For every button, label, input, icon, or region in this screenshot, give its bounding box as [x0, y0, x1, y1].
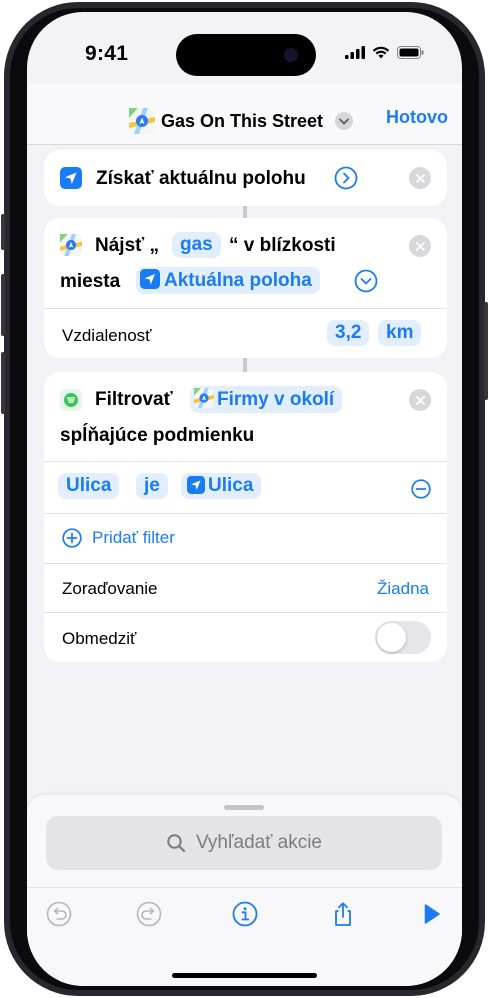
distance-value-token[interactable]: 3,2: [327, 320, 370, 346]
query-token[interactable]: gas: [172, 232, 221, 258]
dynamic-island: [176, 34, 316, 76]
wifi-icon: [372, 46, 390, 59]
filter-text-end: spĺňajúce podmienku: [60, 425, 255, 446]
divider: [44, 308, 447, 309]
distance-label: Vzdialenosť: [62, 326, 152, 345]
action-find-places[interactable]: Nájsť „ gas “ v blízkosti miesta Aktuáln…: [44, 218, 447, 358]
navigation-bar: Gas On This Street Hotovo: [27, 84, 462, 145]
divider: [44, 612, 447, 613]
actions-sheet: Vyhľadať akcie: [27, 795, 462, 986]
plus-circle-icon: [62, 528, 82, 548]
expand-chevron-icon[interactable]: [334, 166, 358, 190]
divider: [44, 563, 447, 564]
action-connector: [243, 358, 247, 372]
side-button: [484, 302, 488, 400]
sort-label: Zoraďovanie: [62, 579, 158, 598]
volume-down-button: [1, 352, 5, 414]
location-arrow-icon: [140, 269, 160, 289]
add-filter-label: Pridať filter: [92, 528, 175, 547]
filter-value-label: Ulica: [208, 475, 254, 496]
maps-app-icon: [129, 108, 155, 134]
remove-action-icon[interactable]: [409, 167, 431, 189]
maps-app-icon: [60, 234, 82, 256]
action-connector: [243, 206, 247, 218]
location-arrow-icon: [187, 476, 205, 494]
remove-action-icon[interactable]: [409, 235, 431, 257]
filter-value-token[interactable]: Ulica: [181, 473, 262, 499]
limit-toggle[interactable]: [375, 621, 431, 654]
location-token[interactable]: Aktuálna poloha: [136, 267, 320, 294]
done-button[interactable]: Hotovo: [386, 107, 448, 128]
maps-app-icon: [194, 388, 214, 408]
divider: [44, 461, 447, 462]
shortcut-title-menu[interactable]: Gas On This Street: [129, 108, 354, 134]
action-get-current-location[interactable]: Získať aktuálnu polohu: [44, 150, 447, 206]
filter-app-icon: [60, 389, 82, 411]
search-placeholder: Vyhľadať akcie: [195, 832, 323, 853]
remove-filter-icon[interactable]: [411, 479, 431, 499]
action-title: Získať aktuálnu polohu: [96, 168, 306, 189]
home-indicator: [172, 973, 317, 978]
sheet-grabber[interactable]: [224, 805, 264, 810]
add-filter-button[interactable]: Pridať filter: [62, 528, 175, 548]
share-icon[interactable]: [329, 900, 357, 928]
action-filter[interactable]: Filtrovať Firmy v okolí spĺňajúce podmie…: [44, 372, 447, 662]
find-text-middle: “ v blízkosti: [229, 235, 336, 256]
toggle-knob: [377, 623, 406, 652]
filter-operator-token[interactable]: je: [136, 473, 168, 499]
filter-text-start: Filtrovať: [95, 389, 173, 410]
status-icons: [345, 46, 424, 59]
redo-icon[interactable]: [135, 900, 163, 928]
action-button: [1, 214, 5, 250]
remove-action-icon[interactable]: [409, 389, 431, 411]
chevron-down-icon: [335, 112, 354, 130]
cellular-icon: [345, 46, 365, 59]
bottom-toolbar: [27, 887, 462, 938]
shortcut-title: Gas On This Street: [161, 110, 324, 131]
info-icon[interactable]: [231, 900, 259, 928]
find-text-start: Nájsť „: [95, 235, 160, 256]
screen: 9:41 Gas On This Street Hotovo Získať ak…: [27, 12, 462, 986]
status-time: 9:41: [85, 42, 129, 65]
distance-unit-token[interactable]: km: [378, 320, 422, 346]
location-app-icon: [60, 167, 82, 189]
volume-up-button: [1, 274, 5, 336]
search-actions-field[interactable]: Vyhľadať akcie: [46, 816, 442, 870]
divider: [44, 513, 447, 514]
location-token-label: Aktuálna poloha: [164, 270, 312, 291]
expand-chevron-icon[interactable]: [354, 269, 378, 293]
play-icon[interactable]: [417, 900, 445, 928]
source-token[interactable]: Firmy v okolí: [190, 386, 343, 413]
limit-label: Obmedziť: [62, 629, 137, 648]
find-text-place: miesta: [60, 271, 121, 292]
source-token-label: Firmy v okolí: [217, 389, 335, 410]
undo-icon[interactable]: [45, 900, 73, 928]
sort-value-button[interactable]: Žiadna: [377, 579, 429, 599]
filter-field-token[interactable]: Ulica: [58, 473, 120, 499]
search-icon: [167, 834, 186, 853]
camera-icon: [284, 48, 298, 62]
battery-icon: [397, 46, 424, 59]
